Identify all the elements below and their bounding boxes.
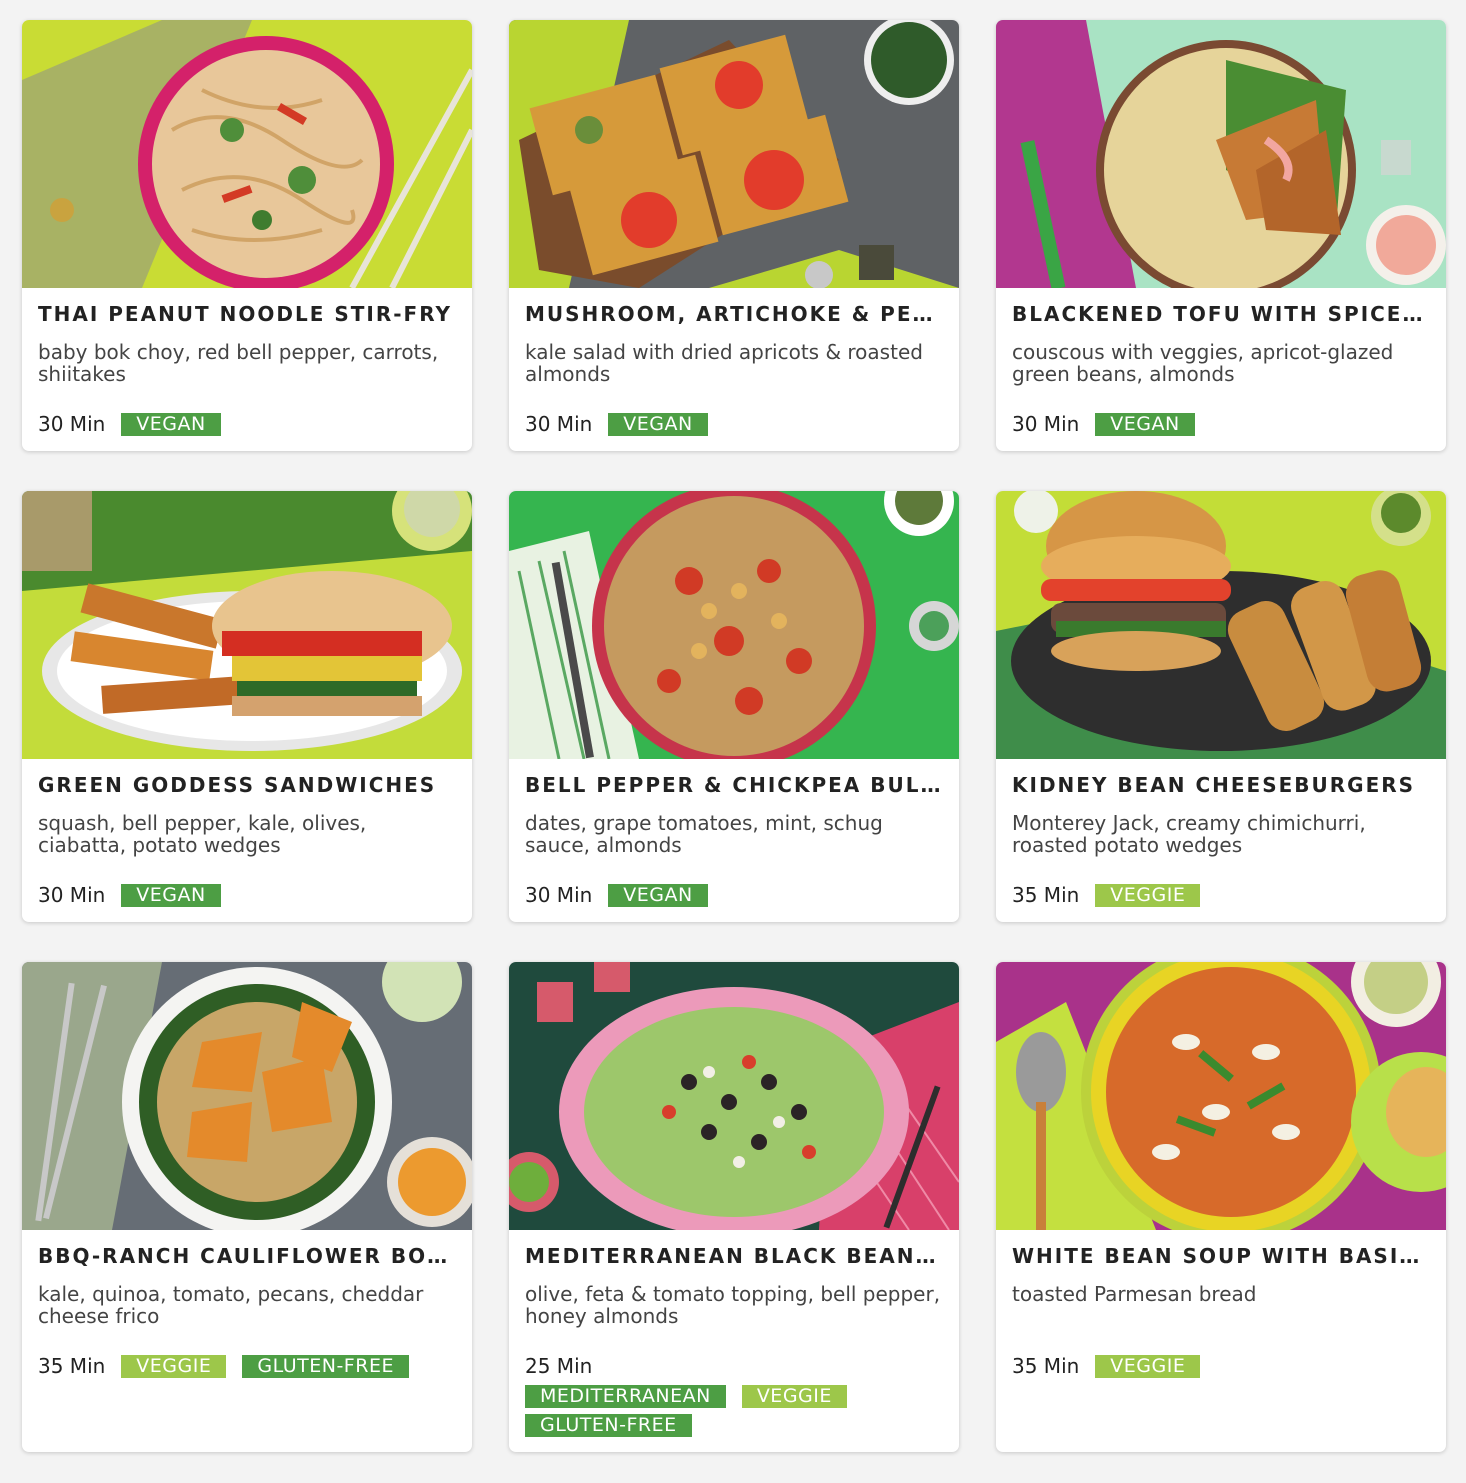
recipe-grid: THAI PEANUT NOODLE STIR-FRY baby bok cho… [22, 20, 1446, 1452]
recipe-meta: 35 Min VEGGIE GLUTEN-FREE [38, 1353, 456, 1379]
recipe-description: kale salad with dried apricots & roasted… [525, 340, 923, 386]
recipe-description: olive, feta & tomato topping, bell peppe… [525, 1282, 941, 1328]
cook-time: 35 Min [1012, 1354, 1080, 1378]
recipe-card[interactable]: MEDITERRANEAN BLACK BEAN … olive, feta &… [509, 962, 959, 1452]
recipe-meta: 35 Min VEGGIE [1012, 882, 1430, 908]
tag-mediterranean: MEDITERRANEAN [525, 1385, 726, 1408]
cook-time: 35 Min [1012, 883, 1080, 907]
tag-veggie: VEGGIE [121, 1354, 227, 1378]
cook-time: 30 Min [525, 412, 593, 436]
recipe-title[interactable]: BBQ-RANCH CAULIFLOWER BO… [38, 1243, 456, 1269]
recipe-description: toasted Parmesan bread [1012, 1282, 1257, 1306]
recipe-card[interactable]: BELL PEPPER & CHICKPEA BULG… dates, grap… [509, 491, 959, 922]
bulgur-bowl-photo[interactable] [509, 491, 959, 759]
recipe-meta: 30 Min VEGAN [38, 882, 456, 908]
recipe-meta: 35 Min VEGGIE [1012, 1353, 1430, 1379]
recipe-title[interactable]: BLACKENED TOFU WITH SPICED… [1012, 301, 1430, 327]
recipe-title[interactable]: THAI PEANUT NOODLE STIR-FRY [38, 301, 456, 327]
tag-vegan: VEGAN [608, 883, 708, 907]
burger-plate-photo[interactable] [996, 491, 1446, 759]
tag-gluten-free: GLUTEN-FREE [525, 1414, 692, 1437]
recipe-title[interactable]: MEDITERRANEAN BLACK BEAN … [525, 1243, 943, 1269]
recipe-title[interactable]: MUSHROOM, ARTICHOKE & PES… [525, 301, 943, 327]
cook-time: 30 Min [38, 883, 106, 907]
recipe-title[interactable]: KIDNEY BEAN CHEESEBURGERS [1012, 772, 1430, 798]
recipe-card[interactable]: BBQ-RANCH CAULIFLOWER BO… kale, quinoa, … [22, 962, 472, 1452]
recipe-title[interactable]: BELL PEPPER & CHICKPEA BULG… [525, 772, 943, 798]
recipe-meta: 30 Min VEGAN [38, 411, 456, 437]
recipe-meta: 30 Min VEGAN [525, 882, 943, 908]
bean-salad-photo[interactable] [509, 962, 959, 1230]
recipe-meta: 25 Min MEDITERRANEAN VEGGIE GLUTEN-FREE [525, 1353, 943, 1437]
tag-vegan: VEGAN [121, 412, 221, 436]
sandwich-plate-photo[interactable] [22, 491, 472, 759]
recipe-card[interactable]: THAI PEANUT NOODLE STIR-FRY baby bok cho… [22, 20, 472, 451]
tag-gluten-free: GLUTEN-FREE [242, 1354, 409, 1378]
recipe-card[interactable]: KIDNEY BEAN CHEESEBURGERS Monterey Jack,… [996, 491, 1446, 922]
cauliflower-bowl-photo[interactable] [22, 962, 472, 1230]
tag-veggie: VEGGIE [741, 1385, 847, 1408]
recipe-description: dates, grape tomatoes, mint, schug sauce… [525, 811, 883, 857]
recipe-description: baby bok choy, red bell pepper, carrots,… [38, 340, 439, 386]
cook-time: 30 Min [525, 883, 593, 907]
flatbread-photo[interactable] [509, 20, 959, 288]
recipe-description: Monterey Jack, creamy chimichurri, roast… [1012, 811, 1366, 857]
tofu-plate-photo[interactable] [996, 20, 1446, 288]
recipe-meta: 30 Min VEGAN [1012, 411, 1430, 437]
recipe-card[interactable]: GREEN GODDESS SANDWICHES squash, bell pe… [22, 491, 472, 922]
cook-time: 25 Min [525, 1354, 593, 1378]
recipe-description: couscous with veggies, apricot-glazed gr… [1012, 340, 1394, 386]
tag-vegan: VEGAN [1095, 412, 1195, 436]
noodle-bowl-photo[interactable] [22, 20, 472, 288]
recipe-card[interactable]: WHITE BEAN SOUP WITH BASIL … toasted Par… [996, 962, 1446, 1452]
recipe-card[interactable]: MUSHROOM, ARTICHOKE & PES… kale salad wi… [509, 20, 959, 451]
tag-vegan: VEGAN [121, 883, 221, 907]
tag-vegan: VEGAN [608, 412, 708, 436]
recipe-title[interactable]: WHITE BEAN SOUP WITH BASIL … [1012, 1243, 1430, 1269]
cook-time: 30 Min [1012, 412, 1080, 436]
recipe-title[interactable]: GREEN GODDESS SANDWICHES [38, 772, 456, 798]
recipe-card[interactable]: BLACKENED TOFU WITH SPICED… couscous wit… [996, 20, 1446, 451]
soup-bowl-photo[interactable] [996, 962, 1446, 1230]
cook-time: 30 Min [38, 412, 106, 436]
tag-veggie: VEGGIE [1095, 1354, 1201, 1378]
recipe-description: kale, quinoa, tomato, pecans, cheddar ch… [38, 1282, 424, 1328]
recipe-description: squash, bell pepper, kale, olives, ciaba… [38, 811, 367, 857]
recipe-meta: 30 Min VEGAN [525, 411, 943, 437]
cook-time: 35 Min [38, 1354, 106, 1378]
tag-veggie: VEGGIE [1095, 883, 1201, 907]
